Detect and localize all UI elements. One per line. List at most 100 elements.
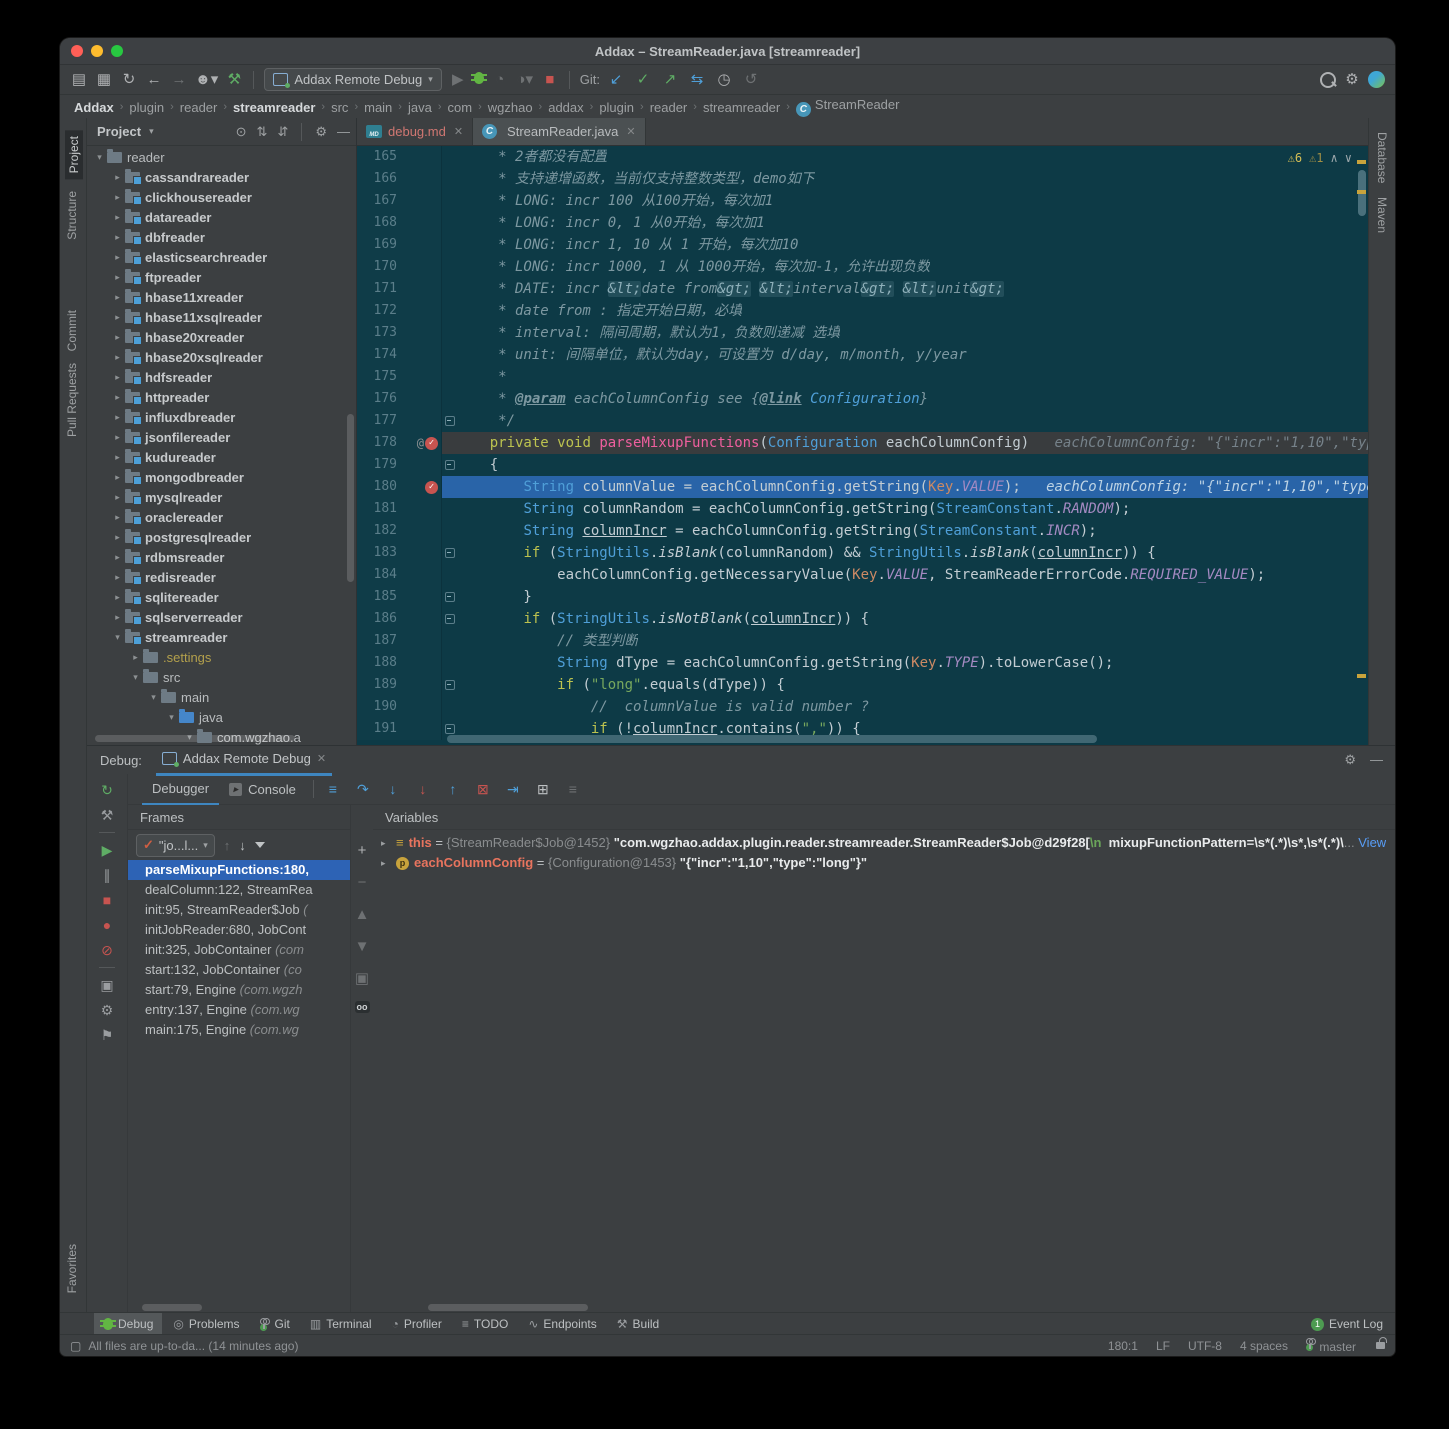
fold-marker-icon[interactable] xyxy=(442,718,456,740)
chevron-right-icon[interactable]: ▸ xyxy=(111,272,124,283)
stop-icon[interactable]: ■ xyxy=(103,892,111,908)
watch-glasses-icon[interactable]: oo xyxy=(355,1001,370,1013)
user-icon[interactable]: ☻▾ xyxy=(195,70,218,90)
editor-gutter[interactable]: 176 xyxy=(357,388,442,410)
settings-gear-icon[interactable]: ⚙ xyxy=(1344,752,1356,768)
frame-up-icon[interactable]: ↑ xyxy=(224,838,231,853)
caret-position[interactable]: 180:1 xyxy=(1108,1339,1138,1353)
frame-row[interactable]: initJobReader:680, JobCont xyxy=(128,920,350,940)
tab-debugger[interactable]: Debugger xyxy=(142,773,219,805)
sidebar-item-commit[interactable]: Commit xyxy=(65,310,79,351)
mute-breakpoints-icon[interactable]: ⊘ xyxy=(101,942,113,958)
editor-gutter[interactable]: 188 xyxy=(357,652,442,674)
editor-gutter[interactable]: 178@✓ xyxy=(357,432,442,454)
inspection-widget[interactable]: ⚠6 ⚠1 ∧ ∨ xyxy=(1288,151,1352,165)
tree-item-main[interactable]: ▾main xyxy=(87,687,356,707)
tree-item-sqlitereader[interactable]: ▸sqlitereader xyxy=(87,587,356,607)
scroll-up-icon[interactable]: ▲ xyxy=(353,905,371,925)
frame-row[interactable]: dealColumn:122, StreamRea xyxy=(128,880,350,900)
frame-row[interactable]: init:95, StreamReader$Job ( xyxy=(128,900,350,920)
editor-horizontal-scrollbar[interactable] xyxy=(447,735,1097,743)
frame-row[interactable]: start:132, JobContainer (co xyxy=(128,960,350,980)
variables-horizontal-scrollbar[interactable] xyxy=(428,1304,588,1311)
unlock-icon[interactable] xyxy=(1376,1342,1385,1349)
options-gear-icon[interactable]: ⚙ xyxy=(315,124,327,140)
project-panel-title[interactable]: Project xyxy=(97,124,141,139)
close-icon[interactable]: ✕ xyxy=(454,125,463,138)
chevron-right-icon[interactable]: ▸ xyxy=(111,552,124,563)
sidebar-item-favorites[interactable]: Favorites xyxy=(65,1244,79,1293)
chevron-right-icon[interactable]: ▸ xyxy=(111,532,124,543)
tree-item-rdbmsreader[interactable]: ▸rdbmsreader xyxy=(87,547,356,567)
chevron-down-icon[interactable]: ▾ xyxy=(129,672,142,683)
frame-row[interactable]: main:175, Engine (com.wg xyxy=(128,1020,350,1040)
thread-select[interactable]: ✓ "jo...l... ▾ xyxy=(136,834,215,857)
breadcrumb-item[interactable]: plugin xyxy=(129,100,164,115)
chevron-right-icon[interactable]: ▸ xyxy=(111,412,124,423)
build-settings-icon[interactable]: ⚒ xyxy=(101,807,114,823)
tree-item-hbase20xsqlreader[interactable]: ▸hbase20xsqlreader xyxy=(87,347,356,367)
breadcrumb-item[interactable]: streamreader xyxy=(233,100,315,115)
chevron-right-icon[interactable]: ▸ xyxy=(111,212,124,223)
tree-item--settings[interactable]: ▸.settings xyxy=(87,647,356,667)
prev-issue-icon[interactable]: ∧ xyxy=(1331,151,1338,165)
editor-gutter[interactable]: 181 xyxy=(357,498,442,520)
chevron-right-icon[interactable]: ▸ xyxy=(111,372,124,383)
frame-row[interactable]: init:325, JobContainer (com xyxy=(128,940,350,960)
chevron-right-icon[interactable]: ▸ xyxy=(111,352,124,363)
toolwindow-build[interactable]: ⚒Build xyxy=(608,1313,668,1335)
hide-panel-icon[interactable]: — xyxy=(1370,752,1383,768)
event-log-button[interactable]: 1 Event Log xyxy=(1311,1317,1383,1331)
chevron-right-icon[interactable]: ▸ xyxy=(111,512,124,523)
editor-gutter[interactable]: 167 xyxy=(357,190,442,212)
toolwindow-endpoints[interactable]: ∿Endpoints xyxy=(519,1313,605,1335)
step-over-icon[interactable]: ↷ xyxy=(351,781,375,798)
tree-item-cassandrareader[interactable]: ▸cassandrareader xyxy=(87,167,356,187)
run-icon[interactable]: ▶ xyxy=(449,70,467,90)
settings-gear-icon[interactable]: ⚙ xyxy=(1343,70,1361,90)
editor-gutter[interactable]: 175 xyxy=(357,366,442,388)
git-update-icon[interactable]: ↙ xyxy=(607,70,625,90)
run-to-cursor-icon[interactable]: ⇥ xyxy=(501,781,525,798)
editor-gutter[interactable]: 168 xyxy=(357,212,442,234)
avatar[interactable] xyxy=(1368,71,1385,88)
chevron-right-icon[interactable]: ▸ xyxy=(111,232,124,243)
editor-gutter[interactable]: 171 xyxy=(357,278,442,300)
tree-item-streamreader[interactable]: ▾streamreader xyxy=(87,627,356,647)
breadcrumb-item[interactable]: com xyxy=(448,100,473,115)
frame-down-icon[interactable]: ↓ xyxy=(239,838,246,853)
indent-setting[interactable]: 4 spaces xyxy=(1240,1339,1288,1353)
thread-dump-icon[interactable]: ▣ xyxy=(100,977,113,993)
chevron-right-icon[interactable]: ▸ xyxy=(111,192,124,203)
tree-item-clickhousereader[interactable]: ▸clickhousereader xyxy=(87,187,356,207)
filter-funnel-icon[interactable] xyxy=(255,842,265,848)
editor-gutter[interactable]: 189 xyxy=(357,674,442,696)
git-branch-widget[interactable]: master xyxy=(1306,1338,1356,1354)
editor-gutter[interactable]: 187 xyxy=(357,630,442,652)
tree-item-java[interactable]: ▾java xyxy=(87,707,356,727)
view-breakpoints-icon[interactable]: ● xyxy=(103,917,111,933)
vcs-status-text[interactable]: All files are up-to-da... (14 minutes ag… xyxy=(88,1339,298,1353)
frame-row[interactable]: start:79, Engine (com.wgzh xyxy=(128,980,350,1000)
chevron-right-icon[interactable]: ▸ xyxy=(129,652,142,663)
tree-item-mongodbreader[interactable]: ▸mongodbreader xyxy=(87,467,356,487)
editor-gutter[interactable]: 170 xyxy=(357,256,442,278)
open-folder-icon[interactable]: ▤ xyxy=(70,70,88,90)
chevron-down-icon[interactable]: ▾ xyxy=(111,632,124,643)
line-ending[interactable]: LF xyxy=(1156,1339,1170,1353)
sidebar-item-pull-requests[interactable]: Pull Requests xyxy=(65,363,79,437)
tree-item-postgresqlreader[interactable]: ▸postgresqlreader xyxy=(87,527,356,547)
tree-item-jsonfilereader[interactable]: ▸jsonfilereader xyxy=(87,427,356,447)
editor-gutter[interactable]: 182 xyxy=(357,520,442,542)
collapse-all-icon[interactable]: ⇵ xyxy=(277,124,288,140)
next-issue-icon[interactable]: ∨ xyxy=(1345,151,1352,165)
tree-item-hbase11xsqlreader[interactable]: ▸hbase11xsqlreader xyxy=(87,307,356,327)
copy-frames-icon[interactable]: ▣ xyxy=(353,969,371,989)
breadcrumb-item[interactable]: plugin xyxy=(599,100,634,115)
breadcrumb-item[interactable]: streamreader xyxy=(703,100,780,115)
tree-item-reader[interactable]: ▾reader xyxy=(87,147,356,167)
chevron-right-icon[interactable]: ▸ xyxy=(381,833,391,853)
chevron-right-icon[interactable]: ▸ xyxy=(111,472,124,483)
expand-all-icon[interactable]: ⇅ xyxy=(257,124,268,140)
breadcrumb-item[interactable]: wgzhao xyxy=(488,100,533,115)
